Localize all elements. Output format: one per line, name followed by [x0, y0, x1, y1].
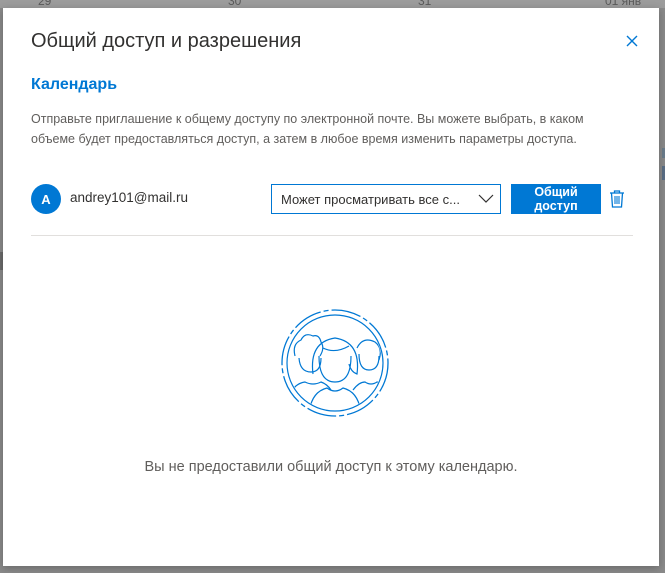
calendar-background-header: 29 30 31 01 янв: [0, 0, 665, 8]
recipient-email: andrey101@mail.ru: [70, 190, 189, 205]
permission-selected-value: Может просматривать все с...: [281, 191, 460, 207]
permission-dropdown[interactable]: Может просматривать все с...: [271, 184, 501, 214]
calendar-date: 01 янв: [605, 0, 642, 8]
share-dialog: Общий доступ и разрешения Календарь Отпр…: [3, 8, 659, 566]
close-icon: [626, 35, 638, 47]
dialog-title: Общий доступ и разрешения: [31, 30, 302, 52]
share-description: Отправьте приглашение к общему доступу п…: [31, 112, 584, 146]
chevron-down-icon: [478, 194, 494, 203]
calendar-date: 30: [228, 0, 242, 8]
calendar-date: 29: [38, 0, 52, 8]
delete-recipient-button[interactable]: [608, 188, 626, 210]
calendar-date: 31: [418, 0, 432, 8]
trash-icon: [610, 190, 624, 208]
people-circle-icon: [273, 308, 397, 418]
calendar-section-title: Календарь: [31, 76, 118, 93]
divider: [31, 235, 633, 236]
share-button-label-line1: Общий: [534, 185, 578, 199]
close-button[interactable]: [622, 31, 642, 51]
share-button[interactable]: Общий доступ: [511, 184, 601, 214]
share-button-label-line2: доступ: [534, 199, 578, 213]
empty-state-message: Вы не предоставили общий доступ к этому …: [144, 459, 518, 475]
avatar: A: [31, 184, 61, 214]
